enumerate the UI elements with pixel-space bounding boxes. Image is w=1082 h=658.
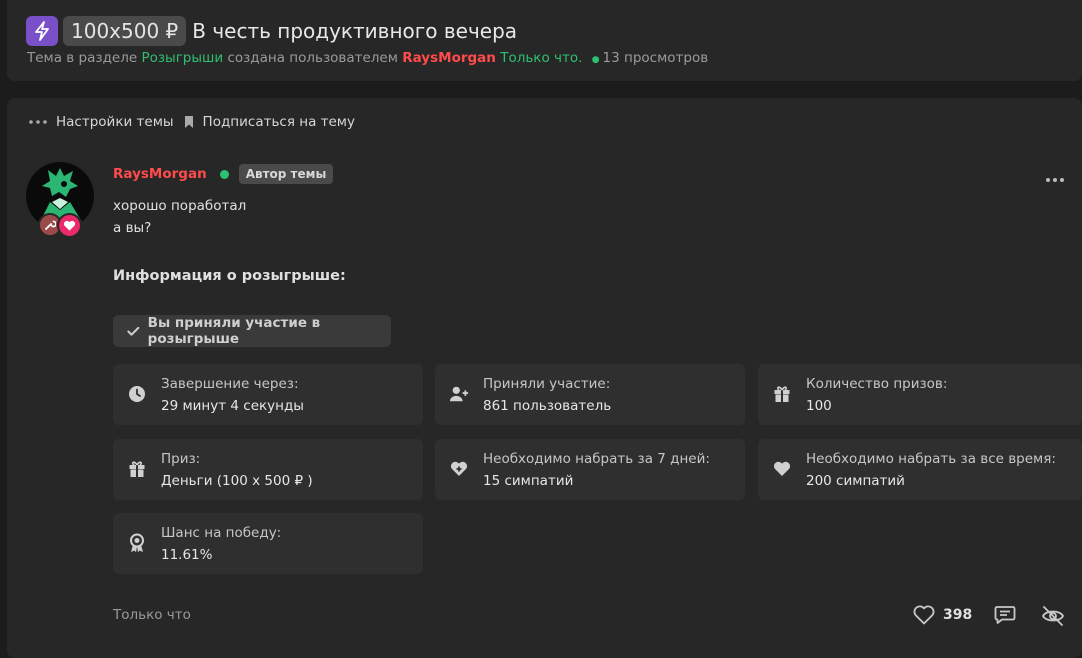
meta-text: Тема в разделе <box>27 50 138 66</box>
message-line: а вы? <box>113 220 152 236</box>
card-value: 11.61% <box>161 547 213 563</box>
post-message: хорошо поработал а вы? <box>113 195 246 239</box>
time-link[interactable]: Только что. <box>500 50 582 66</box>
thread-header: 100x500 ₽ В честь продуктивного вечера Т… <box>7 0 1082 81</box>
comment-icon <box>994 606 1016 624</box>
subscribe-label: Подписаться на тему <box>202 114 355 130</box>
participated-button[interactable]: Вы приняли участие в розыгрыше <box>113 315 391 347</box>
prefix-badge[interactable]: 100x500 ₽ <box>63 16 187 46</box>
check-icon <box>127 326 140 336</box>
card-value: 29 минут 4 секунды <box>161 398 304 414</box>
post-time[interactable]: Только что <box>113 607 191 623</box>
like-count: 398 <box>943 607 973 623</box>
heart-badge-icon <box>57 213 82 238</box>
card-value: 861 пользователь <box>483 398 612 414</box>
card-value: Деньги (100 x 500 ₽ ) <box>161 473 313 489</box>
title-row: 100x500 ₽ В честь продуктивного вечера <box>26 16 517 46</box>
card-value: 15 симпатий <box>483 473 574 489</box>
award-icon <box>127 533 147 553</box>
info-card-participants: Приняли участие: 861 пользователь <box>435 364 745 425</box>
subscribe-button[interactable]: Подписаться на тему <box>184 114 355 130</box>
heart-icon <box>772 459 792 479</box>
card-value: 100 <box>806 398 832 414</box>
card-label: Количество призов: <box>806 376 948 392</box>
card-label: Необходимо набрать за 7 дней: <box>483 451 710 467</box>
card-label: Приз: <box>161 451 201 467</box>
page-title: В честь продуктивного вечера <box>192 19 518 43</box>
giveaway-info-title: Информация о розыгрыше: <box>113 268 346 284</box>
reply-button[interactable] <box>994 605 1016 629</box>
message-line: хорошо поработал <box>113 198 247 214</box>
card-label: Завершение через: <box>161 376 299 392</box>
online-status-icon <box>219 169 229 179</box>
info-card-win-chance: Шанс на победу: 11.61% <box>113 513 423 574</box>
dot-separator: ● <box>591 55 600 65</box>
post-container: Настройки темы Подписаться на тему RaysM… <box>7 98 1082 658</box>
dots-horizontal-icon <box>1046 178 1064 182</box>
post-author-name[interactable]: RaysMorgan <box>113 166 207 182</box>
author-link[interactable]: RaysMorgan <box>402 50 496 66</box>
thread-toolbar: Настройки темы Подписаться на тему <box>29 114 365 130</box>
info-card-likes-total: Необходимо набрать за все время: 200 сим… <box>758 439 1082 500</box>
gift-icon <box>127 459 147 479</box>
thread-settings-label: Настройки темы <box>56 114 174 130</box>
heart-plus-icon <box>449 459 469 479</box>
thread-meta: Тема в разделе Розыгрыши создана пользов… <box>27 50 708 66</box>
meta-text: создана пользователем <box>227 50 398 66</box>
card-label: Необходимо набрать за все время: <box>806 451 1056 467</box>
post-more-button[interactable] <box>1045 168 1065 187</box>
bookmark-icon <box>184 116 193 128</box>
lightning-icon <box>26 16 58 46</box>
author-badge: Автор темы <box>238 164 334 184</box>
heart-outline-icon <box>913 605 935 625</box>
info-card-prize-count: Количество призов: 100 <box>758 364 1082 425</box>
card-label: Шанс на победу: <box>161 525 282 541</box>
post-author-row: RaysMorgan Автор темы <box>113 164 334 184</box>
eye-off-icon <box>1041 606 1065 626</box>
thread-settings-button[interactable]: Настройки темы <box>29 114 174 130</box>
info-card-likes-week: Необходимо набрать за 7 дней: 15 симпати… <box>435 439 745 500</box>
participated-label: Вы приняли участие в розыгрыше <box>147 315 321 347</box>
user-plus-icon <box>449 384 469 404</box>
dots-horizontal-icon <box>29 120 47 124</box>
info-card-prize: Приз: Деньги (100 x 500 ₽ ) <box>113 439 423 500</box>
card-label: Приняли участие: <box>483 376 611 392</box>
card-value: 200 симпатий <box>806 473 905 489</box>
section-link[interactable]: Розыгрыши <box>141 50 223 66</box>
hide-button[interactable] <box>1041 605 1065 631</box>
like-button[interactable]: 398 <box>913 605 972 625</box>
gift-icon <box>772 384 792 404</box>
clock-icon <box>127 384 147 404</box>
view-count: 13 просмотров <box>602 50 709 66</box>
info-card-end-time: Завершение через: 29 минут 4 секунды <box>113 364 423 425</box>
